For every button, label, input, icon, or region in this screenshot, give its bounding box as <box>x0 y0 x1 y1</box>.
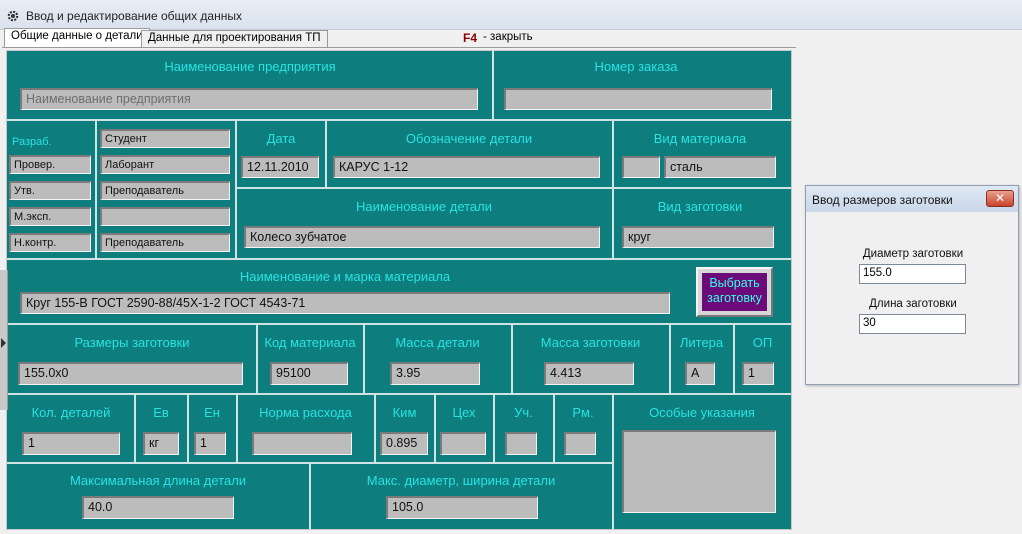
diameter-label: Диаметр заготовки <box>862 248 964 260</box>
date-input[interactable]: 12.11.2010 <box>241 156 319 178</box>
special-instructions-input[interactable] <box>622 430 776 513</box>
enterprise-input[interactable]: Наименование предприятия <box>20 88 478 110</box>
ev-input[interactable]: кг <box>143 432 179 455</box>
consumption-norm-input[interactable] <box>252 432 352 455</box>
separator <box>95 121 97 258</box>
section-input[interactable] <box>505 432 537 455</box>
special-instructions-label: Особые указания <box>649 405 755 420</box>
separator <box>7 258 791 260</box>
material-label: Наименование и марка материала <box>239 269 451 284</box>
blank-type-label: Вид заготовки <box>657 199 743 214</box>
kim-label: Ким <box>392 405 417 420</box>
shop-input[interactable] <box>440 432 486 455</box>
select-blank-line2: заготовку <box>707 291 762 305</box>
separator <box>492 50 494 119</box>
designation-input[interactable]: КАРУС 1-12 <box>333 156 600 178</box>
ev-label: Ев <box>153 405 169 420</box>
approver-name-input[interactable]: Преподаватель <box>100 181 230 200</box>
select-blank-button-face: Выбрать заготовку <box>702 273 767 311</box>
hotkey-f4-text: - закрыть <box>483 31 533 43</box>
kim-input[interactable]: 0.895 <box>380 432 428 455</box>
length-input[interactable]: 30 <box>859 314 966 334</box>
blank-type-input[interactable]: круг <box>622 226 774 248</box>
quantity-input[interactable]: 1 <box>22 432 120 455</box>
part-mass-label: Масса детали <box>395 335 480 350</box>
developer-name-input[interactable]: Студент <box>100 129 230 148</box>
section-label: Уч. <box>514 405 533 420</box>
role-field-approved[interactable]: Утв. <box>9 181 91 200</box>
blank-mass-input[interactable]: 4.413 <box>544 362 634 385</box>
blank-size-dialog: Ввод размеров заготовки ✕ Диаметр загото… <box>805 185 1019 385</box>
gear-icon <box>7 10 19 22</box>
designation-label: Обозначение детали <box>405 131 533 146</box>
blank-mass-label: Масса заготовки <box>540 335 641 350</box>
part-name-input[interactable]: Колесо зубчатое <box>244 226 600 248</box>
separator <box>7 119 791 121</box>
material-type-input[interactable]: сталь <box>664 156 776 178</box>
separator <box>7 393 791 395</box>
litera-label: Литера <box>679 335 724 350</box>
shop-label: Цех <box>452 405 476 420</box>
en-input[interactable]: 1 <box>194 432 226 455</box>
op-label: ОП <box>752 335 773 350</box>
max-length-label: Максимальная длина детали <box>69 473 247 488</box>
part-name-label: Наименование детали <box>356 199 492 214</box>
tab-divider <box>2 47 796 48</box>
role-field-mexp[interactable]: М.эксп. <box>9 207 91 226</box>
max-diameter-input[interactable]: 105.0 <box>386 496 538 519</box>
select-blank-line1: Выбрать <box>709 276 760 290</box>
material-code-label: Код материала <box>264 335 356 350</box>
hotkey-f4: F4 <box>463 31 478 45</box>
separator <box>235 121 237 258</box>
role-field-checked[interactable]: Провер. <box>9 155 91 174</box>
consumption-norm-label: Норма расхода <box>259 405 352 420</box>
tab-tp-design-data[interactable]: Данные для проектирования ТП <box>141 30 328 48</box>
blank-size-label: Размеры заготовки <box>74 335 190 350</box>
expand-arrow-icon[interactable] <box>1 338 6 348</box>
enterprise-label: Наименование предприятия <box>164 59 336 74</box>
quantity-label: Кол. деталей <box>31 405 111 420</box>
material-type-code-input[interactable] <box>622 156 660 178</box>
en-label: Ен <box>204 405 220 420</box>
max-diameter-label: Макс. диаметр, ширина детали <box>366 473 556 488</box>
select-blank-button[interactable]: Выбрать заготовку <box>696 267 773 317</box>
max-length-input[interactable]: 40.0 <box>82 496 234 519</box>
close-icon[interactable]: ✕ <box>986 190 1014 207</box>
op-input[interactable]: 1 <box>742 362 774 385</box>
role-field-ncontrol[interactable]: Н.контр. <box>9 233 91 252</box>
role-label-developer: Разраб. <box>12 136 52 148</box>
checker-name-input[interactable]: Лаборант <box>100 155 230 174</box>
separator <box>7 323 791 325</box>
order-number-input[interactable] <box>504 88 772 110</box>
blank-size-input[interactable]: 155.0x0 <box>18 362 243 385</box>
date-label: Дата <box>266 131 296 146</box>
material-input[interactable]: Круг 155-В ГОСТ 2590-88/45Х-1-2 ГОСТ 454… <box>20 292 670 314</box>
rm-label: Рм. <box>572 405 594 420</box>
window-title: Ввод и редактирование общих данных <box>26 9 242 23</box>
mexp-name-input[interactable] <box>100 207 230 226</box>
tab-general-data[interactable]: Общие данные о детали <box>4 28 150 48</box>
rm-input[interactable] <box>564 432 596 455</box>
length-label: Длина заготовки <box>869 298 957 310</box>
material-code-input[interactable]: 95100 <box>270 362 348 385</box>
separator <box>236 187 791 189</box>
separator <box>612 121 614 258</box>
diameter-input[interactable]: 155.0 <box>859 264 966 284</box>
separator <box>325 121 327 187</box>
separator <box>309 464 311 530</box>
material-type-label: Вид материала <box>653 131 747 146</box>
dialog-title: Ввод размеров заготовки <box>812 193 953 207</box>
litera-input[interactable]: А <box>685 362 715 385</box>
order-number-label: Номер заказа <box>594 59 678 74</box>
ncontrol-name-input[interactable]: Преподаватель <box>100 233 230 252</box>
part-mass-input[interactable]: 3.95 <box>390 362 480 385</box>
